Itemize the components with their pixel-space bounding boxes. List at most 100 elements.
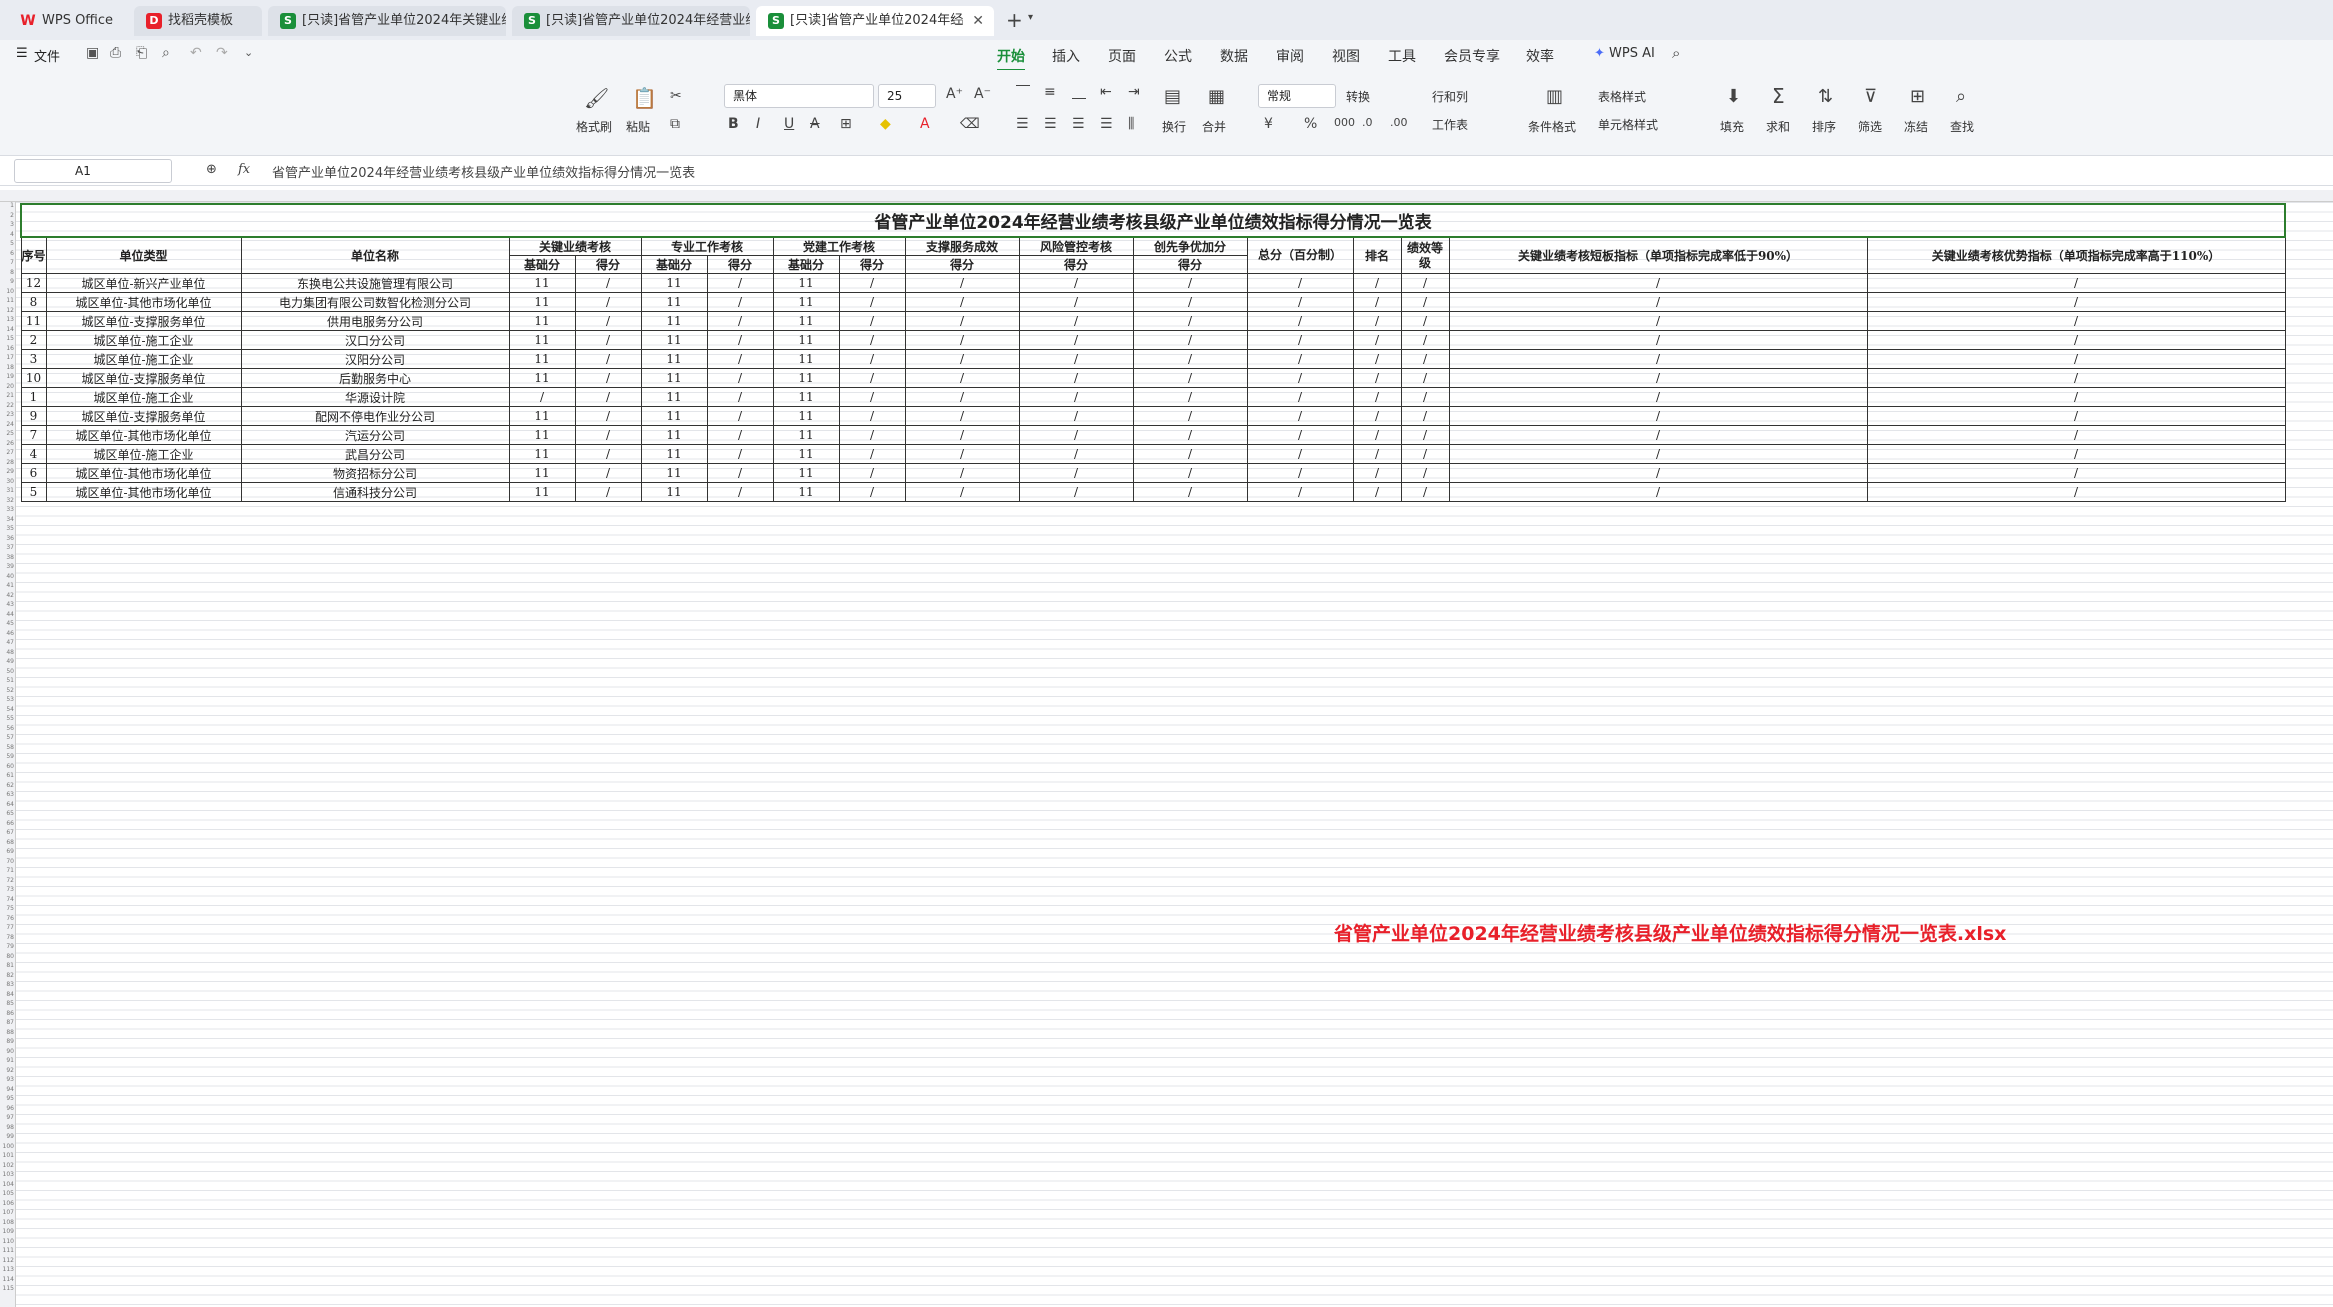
row-number[interactable]: 102 [0, 1162, 14, 1169]
cell-risk-score[interactable]: / [1018, 482, 1134, 502]
tab-review[interactable]: 审阅 [1276, 46, 1304, 66]
cell-grade[interactable]: / [1400, 425, 1450, 445]
cell-key-base[interactable]: 11 [508, 292, 576, 312]
cell-weak[interactable]: / [1448, 406, 1868, 426]
cell-unit-name[interactable]: 供用电服务分公司 [240, 311, 510, 331]
fx-icon[interactable]: fx [238, 162, 250, 177]
row-number[interactable]: 81 [0, 962, 14, 969]
row-number[interactable]: 77 [0, 924, 14, 931]
row-number[interactable]: 106 [0, 1200, 14, 1207]
tab-docer[interactable]: D 找稻壳模板 [134, 6, 262, 36]
row-number[interactable]: 3 [0, 221, 14, 228]
cell-rank[interactable]: / [1352, 349, 1402, 369]
cell-excellence-score[interactable]: / [1132, 330, 1248, 350]
cell-pro-base[interactable]: 11 [640, 311, 708, 331]
cell-key-score[interactable]: / [574, 406, 642, 426]
cell-excellence-score[interactable]: / [1132, 311, 1248, 331]
cell-support-score[interactable]: / [904, 406, 1020, 426]
row-number[interactable]: 63 [0, 791, 14, 798]
row-number[interactable]: 47 [0, 639, 14, 646]
table-row[interactable]: 8 城区单位-其他市场化单位 电力集团有限公司数智化检测分公司 11/11/11// /… [20, 292, 2286, 312]
cell-rank[interactable]: / [1352, 387, 1402, 407]
row-number[interactable]: 60 [0, 763, 14, 770]
align-right-icon[interactable]: ☰ [1072, 116, 1085, 132]
cell-seq[interactable]: 5 [20, 482, 47, 502]
cell-excellence-score[interactable]: / [1132, 444, 1248, 464]
cell-unit-name[interactable]: 汽运分公司 [240, 425, 510, 445]
cell-seq[interactable]: 7 [20, 425, 47, 445]
row-number[interactable]: 36 [0, 535, 14, 542]
font-size-select[interactable]: 25 [878, 84, 936, 108]
cell-support-score[interactable]: / [904, 311, 1020, 331]
cell-seq[interactable]: 4 [20, 444, 47, 464]
table-row[interactable]: 6 城区单位-其他市场化单位 物资招标分公司 11/11/11// / / / / / / / [20, 463, 2286, 483]
row-number[interactable]: 97 [0, 1114, 14, 1121]
cell-weak[interactable]: / [1448, 273, 1868, 293]
cell-strong[interactable]: / [1866, 482, 2286, 502]
table-row[interactable]: 12 城区单位-新兴产业单位 东换电公共设施管理有限公司 11/11/11// / / / /… [20, 273, 2286, 293]
tab-tools[interactable]: 工具 [1388, 46, 1416, 66]
find-button[interactable]: 查找 [1950, 118, 1974, 135]
header-unit-type[interactable]: 单位类型 [45, 236, 242, 274]
cell-key-score[interactable]: / [574, 368, 642, 388]
cell-excellence-score[interactable]: / [1132, 368, 1248, 388]
cell-weak[interactable]: / [1448, 387, 1868, 407]
cell-excellence-score[interactable]: / [1132, 387, 1248, 407]
cell-weak[interactable]: / [1448, 482, 1868, 502]
cell-excellence-score[interactable]: / [1132, 292, 1248, 312]
header-risk[interactable]: 风险管控考核 [1018, 236, 1134, 256]
cell-party-base[interactable]: 11 [772, 425, 840, 445]
undo-icon[interactable]: ↶ [190, 45, 202, 61]
cell-grade[interactable]: / [1400, 482, 1450, 502]
tab-page[interactable]: 页面 [1108, 46, 1136, 66]
decimal-increase-icon[interactable]: .0 [1362, 116, 1373, 129]
row-number[interactable]: 27 [0, 449, 14, 456]
row-number[interactable]: 5 [0, 240, 14, 247]
cell-rank[interactable]: / [1352, 406, 1402, 426]
tab-insert[interactable]: 插入 [1052, 46, 1080, 66]
cell-support-score[interactable]: / [904, 292, 1020, 312]
table-style-button[interactable]: 表格样式 [1598, 88, 1646, 105]
row-number[interactable]: 31 [0, 487, 14, 494]
cell-rank[interactable]: / [1352, 311, 1402, 331]
row-number[interactable]: 26 [0, 440, 14, 447]
row-number[interactable]: 110 [0, 1238, 14, 1245]
tab-efficiency[interactable]: 效率 [1526, 46, 1554, 66]
row-number[interactable]: 75 [0, 905, 14, 912]
sum-button[interactable]: 求和 [1766, 118, 1790, 135]
cell-weak[interactable]: / [1448, 330, 1868, 350]
row-number[interactable]: 79 [0, 943, 14, 950]
row-number[interactable]: 66 [0, 820, 14, 827]
header-strong-indicators[interactable]: 关键业绩考核优势指标（单项指标完成率高于110%） [1866, 236, 2286, 274]
tab-wps-office[interactable]: W WPS Office [8, 6, 128, 36]
row-number[interactable]: 15 [0, 335, 14, 342]
cell-support-score[interactable]: / [904, 463, 1020, 483]
cell-pro-score[interactable]: / [706, 292, 774, 312]
row-number[interactable]: 29 [0, 468, 14, 475]
italic-icon[interactable]: I [756, 116, 760, 132]
cell-total[interactable]: / [1246, 292, 1354, 312]
cell-grade[interactable]: / [1400, 406, 1450, 426]
tab-file-3-active[interactable]: S [只读]省管产业单位2024年经 ▭ ✕ [756, 6, 994, 36]
wrap-icon[interactable]: ▤ [1164, 86, 1181, 107]
cell-unit-name[interactable]: 汉阳分公司 [240, 349, 510, 369]
header-party-work[interactable]: 党建工作考核 [772, 236, 906, 256]
sort-button[interactable]: 排序 [1812, 118, 1836, 135]
cell-unit-name[interactable]: 后勤服务中心 [240, 368, 510, 388]
decimal-decrease-icon[interactable]: .00 [1390, 116, 1408, 129]
redo-icon[interactable]: ↷ [216, 45, 228, 61]
cell-pro-score[interactable]: / [706, 311, 774, 331]
cell-grade[interactable]: / [1400, 311, 1450, 331]
thousands-icon[interactable]: 000 [1334, 116, 1355, 129]
cell-pro-base[interactable]: 11 [640, 349, 708, 369]
header-pro-work[interactable]: 专业工作考核 [640, 236, 774, 256]
search-icon[interactable]: ⌕ [1672, 44, 1680, 62]
cell-unit-name[interactable]: 物资招标分公司 [240, 463, 510, 483]
cell-party-score[interactable]: / [838, 387, 906, 407]
cell-party-score[interactable]: / [838, 444, 906, 464]
cell-unit-type[interactable]: 城区单位-其他市场化单位 [45, 463, 242, 483]
filter-button[interactable]: 筛选 [1858, 118, 1882, 135]
cell-weak[interactable]: / [1448, 425, 1868, 445]
header-seq[interactable]: 序号 [20, 236, 47, 274]
cell-pro-score[interactable]: / [706, 330, 774, 350]
